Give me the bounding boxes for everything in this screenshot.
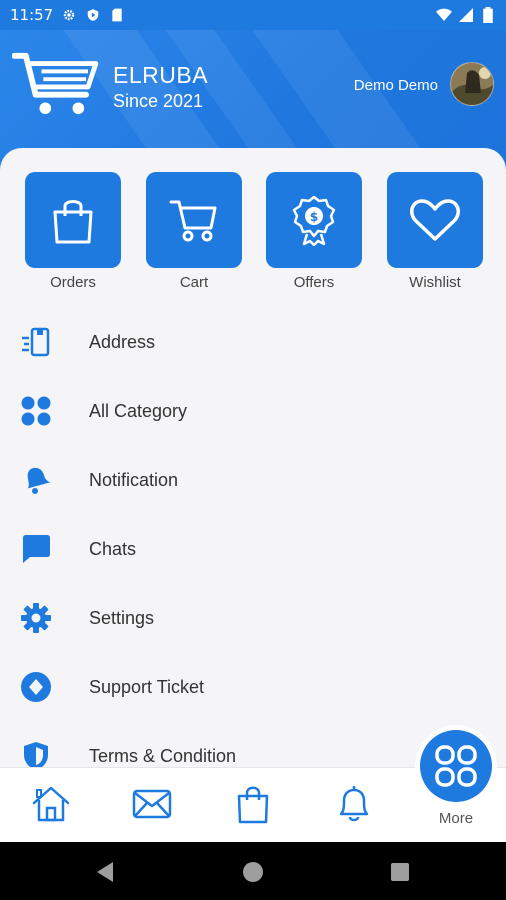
shield-icon — [18, 738, 54, 768]
menu-item-label: Address — [89, 331, 156, 352]
svg-text:$: $ — [310, 210, 318, 224]
menu-item-support-ticket[interactable]: Support Ticket — [0, 657, 506, 717]
wifi-icon — [436, 7, 452, 23]
avatar[interactable] — [450, 62, 494, 106]
menu-item-label: Settings — [89, 607, 155, 628]
tile-orders-box[interactable] — [25, 172, 121, 268]
tile-wishlist[interactable]: Wishlist — [387, 172, 483, 291]
menu-item-address[interactable]: Address — [0, 312, 506, 372]
signal-icon — [458, 7, 474, 23]
bell-icon — [339, 786, 369, 822]
shopping-bag-icon — [53, 200, 93, 244]
back-icon[interactable] — [93, 860, 117, 884]
chat-icon — [18, 531, 54, 567]
heart-icon — [410, 199, 460, 241]
menu-item-label: Chats — [89, 538, 137, 559]
recents-icon[interactable] — [388, 860, 412, 884]
tile-wishlist-box[interactable] — [387, 172, 483, 268]
tile-cart-box[interactable] — [146, 172, 242, 268]
brand: ELRUBA Since 2021 — [113, 62, 208, 112]
nav-home[interactable] — [27, 780, 75, 828]
cart-icon — [169, 200, 217, 242]
menu-item-settings[interactable]: Settings — [0, 588, 506, 648]
menu-item-label: Terms & Condition — [89, 745, 237, 766]
battery-icon — [480, 7, 496, 23]
menu-item-notification[interactable]: Notification — [0, 450, 506, 510]
home-system-icon[interactable] — [241, 860, 265, 884]
brand-name: ELRUBA — [113, 62, 209, 88]
menu-item-label: Support Ticket — [89, 676, 205, 697]
brand-since: Since 2021 — [113, 91, 204, 111]
mail-icon — [132, 789, 172, 819]
menu-item-label: Notification — [89, 469, 179, 490]
menu-item-all-category[interactable]: All Category — [0, 381, 506, 441]
sd-card-icon — [109, 7, 125, 23]
tile-offers-box[interactable]: $ — [266, 172, 362, 268]
tile-label: Wishlist — [409, 274, 461, 291]
category-icon — [18, 393, 54, 429]
nav-notifications[interactable] — [330, 780, 378, 828]
status-bar: 11:57 — [0, 0, 506, 30]
tile-label: Cart — [179, 274, 209, 291]
tile-label: Offers — [293, 274, 335, 291]
settings-icon — [61, 7, 77, 23]
content-sheet: Orders Cart $ Offers Wishlist Address Al… — [0, 148, 506, 768]
tile-offers[interactable]: $ Offers — [266, 172, 362, 291]
status-time: 11:57 — [10, 6, 54, 24]
support-icon — [18, 669, 54, 705]
tile-label: Orders — [50, 274, 96, 291]
home-icon — [32, 786, 70, 822]
address-icon — [18, 324, 54, 360]
system-nav-bar — [0, 842, 506, 900]
tile-orders[interactable]: Orders — [25, 172, 121, 291]
bell-icon — [18, 462, 54, 498]
nav-messages[interactable] — [128, 780, 176, 828]
grid-icon — [435, 745, 477, 787]
bag-icon — [237, 786, 269, 824]
more-button[interactable] — [415, 725, 497, 807]
shield-status-icon — [85, 7, 101, 23]
more-button-inner[interactable] — [420, 730, 492, 802]
shopping-cart-logo-icon — [12, 52, 99, 115]
offer-badge-icon: $ — [292, 195, 336, 246]
menu-item-label: All Category — [89, 400, 188, 421]
menu-item-chats[interactable]: Chats — [0, 519, 506, 579]
user-name[interactable]: Demo Demo — [354, 77, 438, 94]
tile-cart[interactable]: Cart — [146, 172, 242, 291]
nav-orders[interactable] — [229, 780, 277, 828]
gear-icon — [18, 600, 54, 636]
more-label[interactable]: More — [415, 810, 497, 827]
